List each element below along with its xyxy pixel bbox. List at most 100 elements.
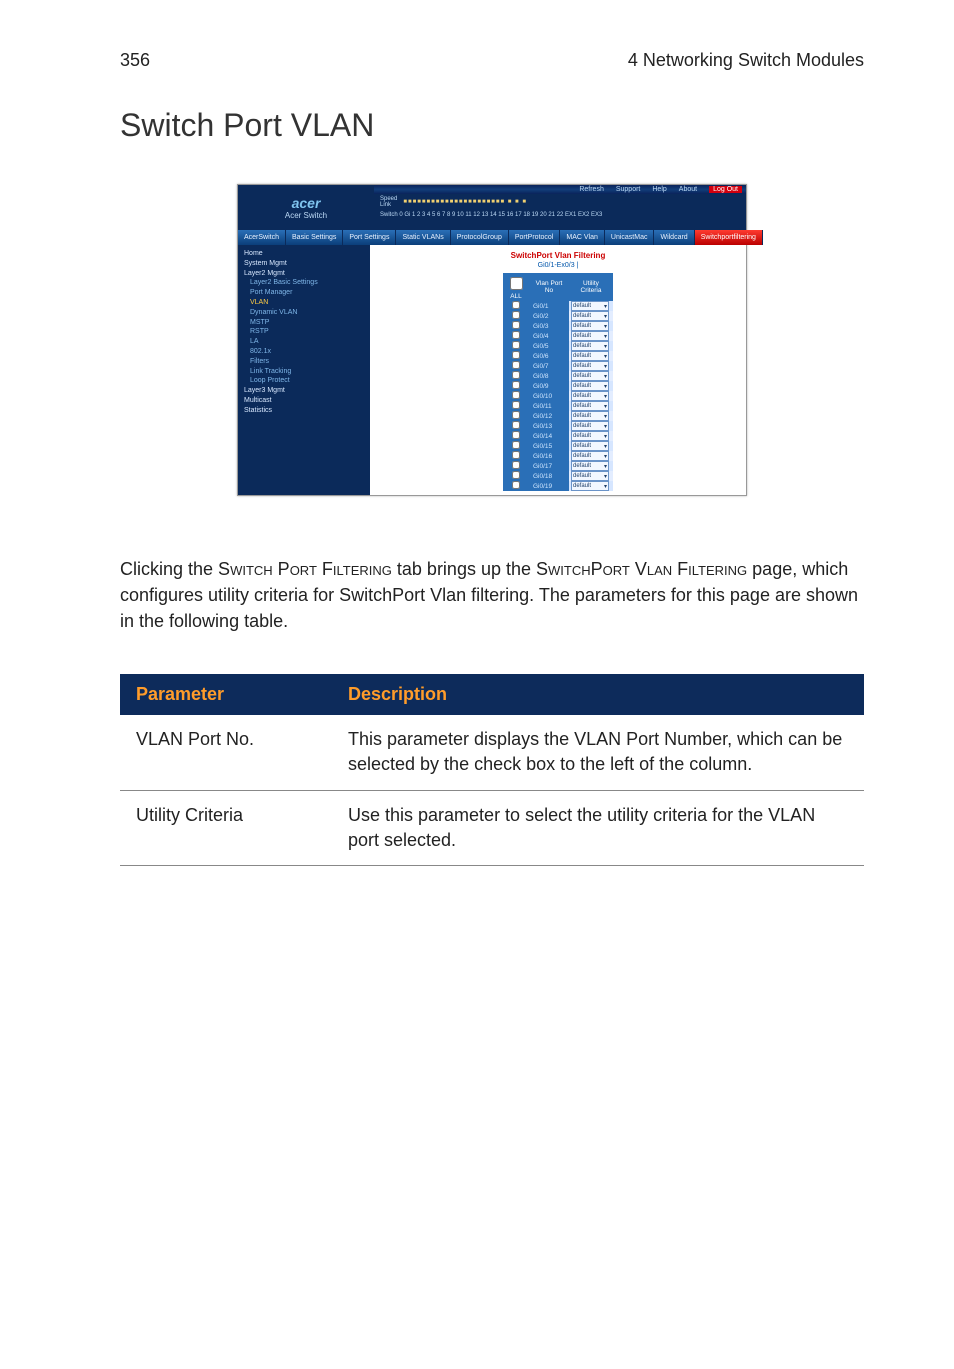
link-support[interactable]: Support [616, 186, 641, 193]
row-checkbox[interactable] [512, 481, 520, 489]
nav-item[interactable]: 802.1x [244, 347, 364, 357]
utility-select[interactable]: default [571, 441, 609, 451]
row-checkbox-cell[interactable] [503, 471, 529, 481]
row-checkbox-cell[interactable] [503, 331, 529, 341]
row-checkbox[interactable] [512, 321, 520, 329]
row-checkbox-cell[interactable] [503, 321, 529, 331]
utility-select[interactable]: default [571, 371, 609, 381]
utility-select[interactable]: default [571, 351, 609, 361]
nav-item[interactable]: Statistics [244, 406, 364, 416]
row-utility[interactable]: default [569, 481, 613, 491]
tab-basic-settings[interactable]: Basic Settings [286, 230, 343, 245]
row-checkbox[interactable] [512, 341, 520, 349]
nav-item[interactable]: Dynamic VLAN [244, 308, 364, 318]
nav-item[interactable]: VLAN [244, 298, 364, 308]
link-help[interactable]: Help [652, 186, 666, 193]
row-checkbox-cell[interactable] [503, 361, 529, 371]
col-all[interactable]: ALL [503, 273, 529, 301]
utility-select[interactable]: default [571, 381, 609, 391]
row-checkbox-cell[interactable] [503, 431, 529, 441]
row-checkbox-cell[interactable] [503, 341, 529, 351]
utility-select[interactable]: default [571, 361, 609, 371]
row-checkbox[interactable] [512, 441, 520, 449]
row-checkbox-cell[interactable] [503, 351, 529, 361]
row-checkbox[interactable] [512, 401, 520, 409]
row-checkbox-cell[interactable] [503, 371, 529, 381]
utility-select[interactable]: default [571, 391, 609, 401]
tab-protocol-group[interactable]: ProtocolGroup [451, 230, 509, 245]
row-checkbox-cell[interactable] [503, 481, 529, 491]
row-utility[interactable]: default [569, 371, 613, 381]
tab-unicast-mac[interactable]: UnicastMac [605, 230, 655, 245]
row-checkbox-cell[interactable] [503, 401, 529, 411]
row-checkbox-cell[interactable] [503, 421, 529, 431]
row-utility[interactable]: default [569, 331, 613, 341]
nav-item[interactable]: Layer3 Mgmt [244, 386, 364, 396]
tab-port-protocol[interactable]: PortProtocol [509, 230, 561, 245]
row-utility[interactable]: default [569, 321, 613, 331]
row-checkbox-cell[interactable] [503, 441, 529, 451]
row-utility[interactable]: default [569, 451, 613, 461]
row-utility[interactable]: default [569, 351, 613, 361]
tab-static-vlans[interactable]: Static VLANs [396, 230, 450, 245]
row-checkbox[interactable] [512, 411, 520, 419]
nav-item[interactable]: Filters [244, 357, 364, 367]
nav-item[interactable]: System Mgmt [244, 259, 364, 269]
row-checkbox[interactable] [512, 381, 520, 389]
row-checkbox[interactable] [512, 421, 520, 429]
tab-port-settings[interactable]: Port Settings [343, 230, 396, 245]
select-all-checkbox[interactable] [510, 277, 523, 290]
row-checkbox-cell[interactable] [503, 461, 529, 471]
row-checkbox-cell[interactable] [503, 391, 529, 401]
utility-select[interactable]: default [571, 411, 609, 421]
row-checkbox[interactable] [512, 361, 520, 369]
row-utility[interactable]: default [569, 471, 613, 481]
utility-select[interactable]: default [571, 331, 609, 341]
link-about[interactable]: About [679, 186, 697, 193]
row-checkbox[interactable] [512, 351, 520, 359]
row-checkbox-cell[interactable] [503, 411, 529, 421]
row-checkbox[interactable] [512, 391, 520, 399]
nav-item[interactable]: Multicast [244, 396, 364, 406]
utility-select[interactable]: default [571, 301, 609, 311]
row-checkbox[interactable] [512, 371, 520, 379]
row-checkbox[interactable] [512, 331, 520, 339]
row-utility[interactable]: default [569, 411, 613, 421]
row-utility[interactable]: default [569, 381, 613, 391]
tab-acerswitch[interactable]: AcerSwitch [238, 230, 286, 245]
tab-switchport-filtering[interactable]: Switchportfiltering [695, 230, 763, 245]
row-utility[interactable]: default [569, 361, 613, 371]
row-checkbox[interactable] [512, 301, 520, 309]
row-utility[interactable]: default [569, 301, 613, 311]
nav-item[interactable]: Layer2 Mgmt [244, 269, 364, 279]
row-utility[interactable]: default [569, 401, 613, 411]
link-logout[interactable]: Log Out [709, 186, 742, 193]
nav-item[interactable]: MSTP [244, 318, 364, 328]
row-checkbox-cell[interactable] [503, 301, 529, 311]
utility-select[interactable]: default [571, 421, 609, 431]
link-refresh[interactable]: Refresh [579, 186, 604, 193]
utility-select[interactable]: default [571, 321, 609, 331]
utility-select[interactable]: default [571, 471, 609, 481]
nav-item[interactable]: LA [244, 337, 364, 347]
utility-select[interactable]: default [571, 341, 609, 351]
utility-select[interactable]: default [571, 481, 609, 491]
row-utility[interactable]: default [569, 311, 613, 321]
row-checkbox-cell[interactable] [503, 311, 529, 321]
nav-item[interactable]: Layer2 Basic Settings [244, 278, 364, 288]
tab-mac-vlan[interactable]: MAC Vlan [560, 230, 605, 245]
row-checkbox[interactable] [512, 431, 520, 439]
nav-item[interactable]: Loop Protect [244, 376, 364, 386]
row-checkbox-cell[interactable] [503, 381, 529, 391]
row-utility[interactable]: default [569, 421, 613, 431]
row-utility[interactable]: default [569, 441, 613, 451]
nav-item[interactable]: Home [244, 249, 364, 259]
row-utility[interactable]: default [569, 431, 613, 441]
utility-select[interactable]: default [571, 311, 609, 321]
row-checkbox[interactable] [512, 311, 520, 319]
row-utility[interactable]: default [569, 341, 613, 351]
nav-item[interactable]: Link Tracking [244, 367, 364, 377]
row-checkbox[interactable] [512, 461, 520, 469]
utility-select[interactable]: default [571, 431, 609, 441]
row-checkbox[interactable] [512, 451, 520, 459]
